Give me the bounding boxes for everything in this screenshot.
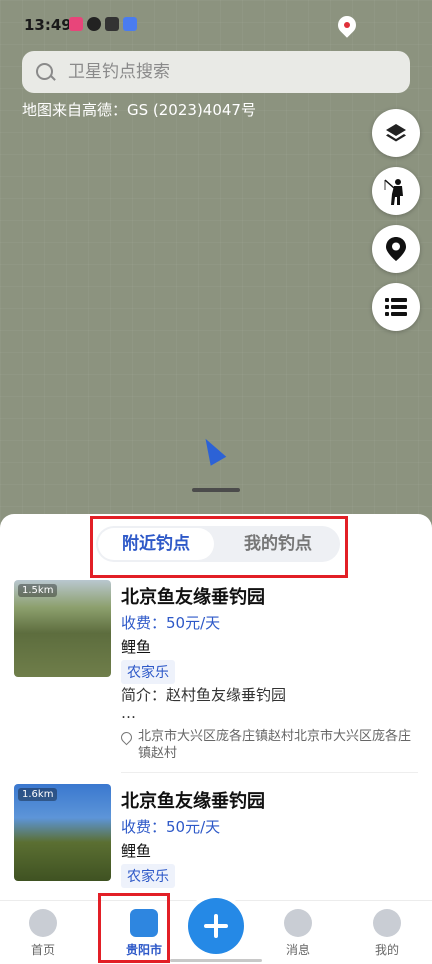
nav-home[interactable]: 首页	[0, 901, 86, 964]
nav-me-label: 我的	[374, 943, 399, 957]
nav-messages[interactable]: 消息	[255, 901, 341, 964]
list-item[interactable]: 1.5km 北京鱼友缘垂钓园 收费：50元/天 鲤鱼 农家乐 简介：赵村鱼友缘垂…	[14, 580, 418, 778]
layers-icon	[386, 124, 406, 142]
tabs-highlight-box	[90, 516, 348, 578]
distance-badge: 1.5km	[18, 584, 58, 597]
spot-description-line: 简介：赵村鱼友缘垂钓园	[121, 686, 287, 704]
layers-button[interactable]	[372, 109, 420, 157]
profile-icon	[373, 909, 401, 937]
angler-button[interactable]	[372, 167, 420, 215]
app-notification-icon	[69, 17, 83, 31]
status-time: 13:49	[24, 16, 72, 34]
list-button[interactable]	[372, 283, 420, 331]
nav-messages-label: 消息	[285, 943, 310, 957]
spot-fee: 收费：50元/天	[121, 614, 221, 632]
spot-photo: 1.6km	[14, 784, 111, 881]
spot-fish: 鲤鱼	[121, 638, 152, 656]
search-input[interactable]	[68, 51, 398, 93]
add-spot-button[interactable]	[188, 898, 244, 954]
sheet-drag-handle[interactable]	[192, 488, 240, 492]
spot-tag: 农家乐	[121, 660, 175, 684]
chat-icon	[284, 909, 312, 937]
home-icon	[29, 909, 57, 937]
spot-description-line: …	[121, 704, 136, 722]
nav-me[interactable]: 我的	[344, 901, 430, 964]
location-pin-icon	[386, 237, 406, 261]
divider	[121, 772, 418, 773]
location-status-icon	[334, 12, 360, 38]
angler-icon	[384, 179, 403, 205]
spot-fish: 鲤鱼	[121, 842, 152, 860]
spot-address: 北京市大兴区庞各庄镇赵村北京市大兴区庞各庄镇赵村	[138, 729, 412, 761]
home-indicator	[170, 959, 262, 962]
list-item[interactable]: 1.6km 北京鱼友缘垂钓园 收费：50元/天 鲤鱼 农家乐	[14, 784, 418, 900]
search-bar[interactable]	[22, 51, 410, 93]
status-bar: 13:49	[0, 0, 432, 48]
nav-home-label: 首页	[30, 943, 55, 957]
list-icon	[385, 298, 407, 316]
app-notification-icon	[105, 17, 119, 31]
spots-sheet: 附近钓点 我的钓点 1.5km 北京鱼友缘垂钓园 收费：50元/天 鲤鱼 农家乐…	[0, 514, 432, 900]
spot-title: 北京鱼友缘垂钓园	[121, 587, 265, 608]
address-pin-icon	[118, 729, 135, 746]
spot-tag: 农家乐	[121, 864, 175, 888]
distance-badge: 1.6km	[18, 788, 58, 801]
app-notification-icon	[123, 17, 137, 31]
map-source-label: 地图来自高德：GS (2023)4047号	[22, 101, 256, 119]
spot-fee: 收费：50元/天	[121, 818, 221, 836]
app-notification-icon	[87, 17, 101, 31]
nav-city-highlight-box	[98, 893, 170, 963]
location-button[interactable]	[372, 225, 420, 273]
spot-description: 简介：赵村鱼友缘垂钓园 …	[121, 686, 286, 722]
spot-title: 北京鱼友缘垂钓园	[121, 791, 265, 812]
search-icon	[36, 63, 53, 80]
spot-photo: 1.5km	[14, 580, 111, 677]
